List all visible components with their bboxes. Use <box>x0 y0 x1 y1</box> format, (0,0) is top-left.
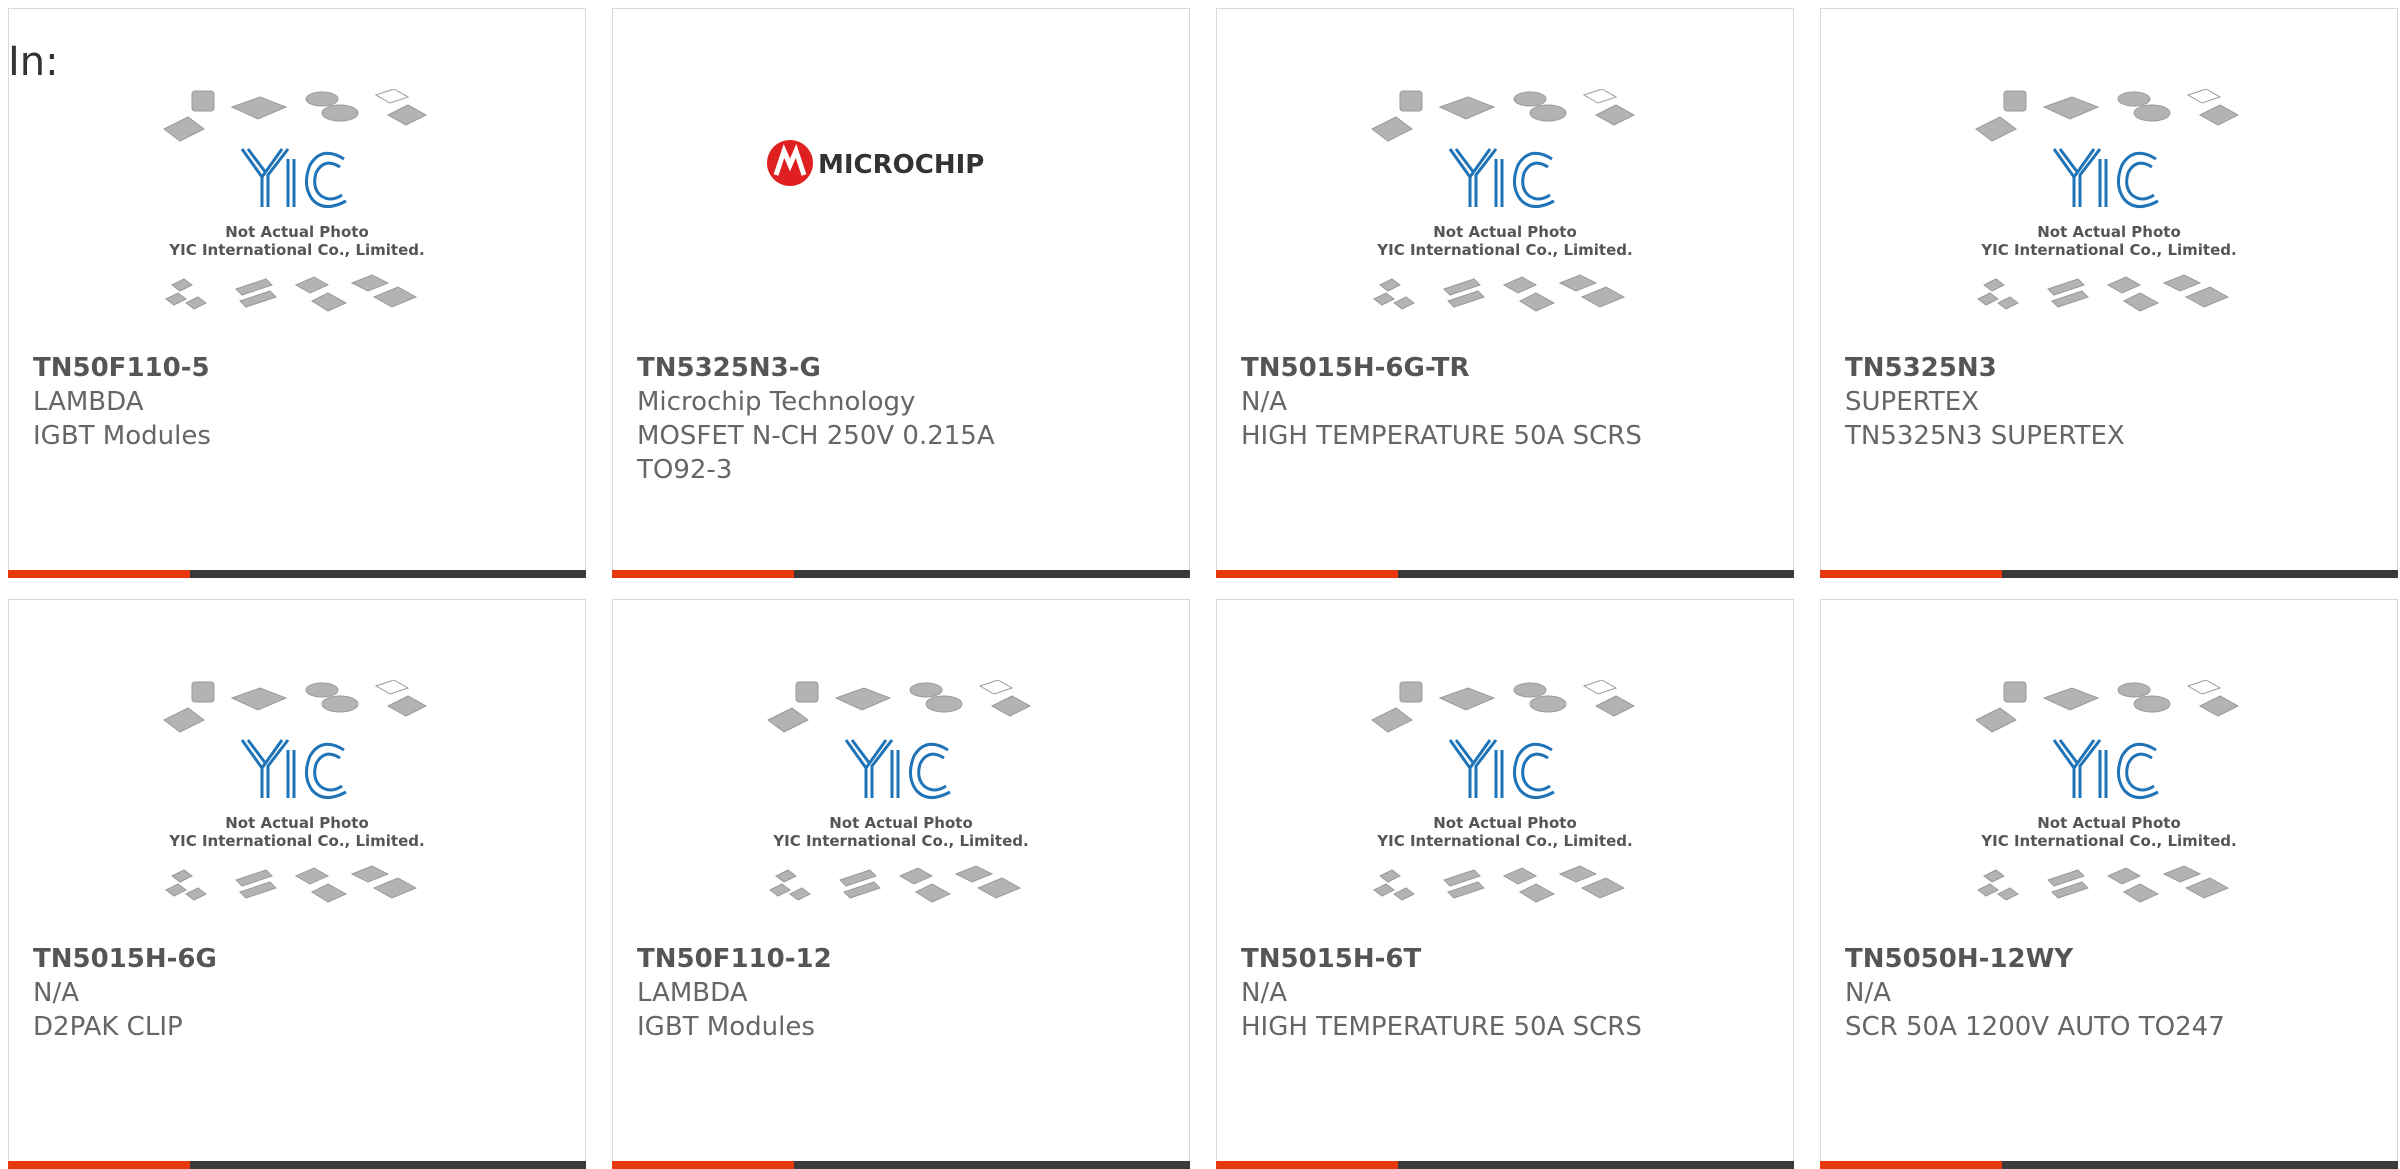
card-accent <box>1216 570 1398 578</box>
svg-text:YIC International Co., Limited: YIC International Co., Limited. <box>168 832 424 850</box>
product-image[interactable]: Not Actual Photo YIC International Co., L… <box>1821 89 2397 339</box>
card-accent <box>612 1161 794 1169</box>
part-number-link[interactable]: TN50F110-5 <box>33 351 569 385</box>
manufacturer: N/A <box>1241 387 1287 417</box>
manufacturer: SUPERTEX <box>1845 387 1979 417</box>
card-bottom-bar <box>8 1161 586 1169</box>
description: HIGH TEMPERATURE 50A SCRS <box>1241 421 1642 451</box>
product-card[interactable]: Not Actual Photo YIC International Co., L… <box>1820 599 2398 1169</box>
description-extra: TO92-3 <box>637 455 733 485</box>
svg-text:Not Actual Photo: Not Actual Photo <box>225 223 369 241</box>
svg-text:Not Actual Photo: Not Actual Photo <box>2037 223 2181 241</box>
card-bottom-bar <box>1820 570 2398 578</box>
card-bottom-bar <box>612 570 1190 578</box>
part-number-link[interactable]: TN5050H-12WY <box>1845 942 2381 976</box>
description: SCR 50A 1200V AUTO TO247 <box>1845 1012 2225 1042</box>
card-bottom-bar <box>1820 1161 2398 1169</box>
microchip-logo: MICROCHIP <box>767 140 984 186</box>
product-info: TN5325N3-G Microchip Technology MOSFET N… <box>637 351 1173 487</box>
description: IGBT Modules <box>637 1012 815 1042</box>
svg-text:Not Actual Photo: Not Actual Photo <box>1433 223 1577 241</box>
card-accent <box>8 1161 190 1169</box>
svg-text:YIC International Co., Limited: YIC International Co., Limited. <box>1980 832 2236 850</box>
product-grid: Not Actual Photo YIC International Co., L… <box>8 8 2400 1169</box>
product-image[interactable]: Not Actual Photo YIC International Co., L… <box>613 680 1189 930</box>
description: D2PAK CLIP <box>33 1012 183 1042</box>
manufacturer: N/A <box>1845 978 1891 1008</box>
yic-placeholder-image: Not Actual PhotoYIC International Co., L… <box>163 89 428 312</box>
part-number-link[interactable]: TN50F110-12 <box>637 942 1173 976</box>
svg-text:YIC International Co., Limited: YIC International Co., Limited. <box>772 832 1028 850</box>
manufacturer: Microchip Technology <box>637 387 916 417</box>
yic-placeholder-image: Not Actual PhotoYIC International Co., L… <box>767 680 1032 903</box>
product-info: TN5325N3 SUPERTEX TN5325N3 SUPERTEX <box>1845 351 2381 453</box>
in-label: In: <box>8 39 59 85</box>
product-card[interactable]: Not Actual Photo YIC International Co., L… <box>612 599 1190 1169</box>
yic-placeholder-image: Not Actual PhotoYIC International Co., L… <box>1371 680 1636 903</box>
yic-logo-icon <box>240 148 347 208</box>
yic-logo-icon <box>1448 739 1555 799</box>
svg-text:YIC International Co., Limited: YIC International Co., Limited. <box>1376 832 1632 850</box>
yic-logo-icon <box>240 739 347 799</box>
card-bottom-bar <box>1216 570 1794 578</box>
yic-placeholder-image: Not Actual PhotoYIC International Co., L… <box>1975 680 2240 903</box>
product-image[interactable]: Not Actual Photo YIC International Co., L… <box>9 89 585 339</box>
card-accent <box>1820 570 2002 578</box>
product-card[interactable]: MICROCHIP TN5325N3-G Microchip Technolog… <box>612 8 1190 578</box>
manufacturer: LAMBDA <box>637 978 748 1008</box>
description: MOSFET N-CH 250V 0.215A <box>637 421 995 451</box>
product-card[interactable]: Not Actual Photo YIC International Co., L… <box>1216 599 1794 1169</box>
svg-text:YIC International Co., Limited: YIC International Co., Limited. <box>168 241 424 259</box>
svg-text:Not Actual Photo: Not Actual Photo <box>1433 814 1577 832</box>
description: IGBT Modules <box>33 421 211 451</box>
part-number-link[interactable]: TN5325N3 <box>1845 351 2381 385</box>
part-number-link[interactable]: TN5015H-6G <box>33 942 569 976</box>
product-card[interactable]: Not Actual Photo YIC International Co., L… <box>8 8 586 578</box>
product-info: TN5015H-6T N/A HIGH TEMPERATURE 50A SCRS <box>1241 942 1777 1044</box>
card-bottom-bar <box>1216 1161 1794 1169</box>
description: HIGH TEMPERATURE 50A SCRS <box>1241 1012 1642 1042</box>
product-image[interactable]: Not Actual Photo YIC International Co., L… <box>9 680 585 930</box>
yic-logo-icon <box>1448 148 1555 208</box>
part-number-link[interactable]: TN5325N3-G <box>637 351 1173 385</box>
card-accent <box>8 570 190 578</box>
part-number-link[interactable]: TN5015H-6T <box>1241 942 1777 976</box>
manufacturer: N/A <box>33 978 79 1008</box>
product-card[interactable]: Not Actual Photo YIC International Co., L… <box>8 599 586 1169</box>
svg-text:Not Actual Photo: Not Actual Photo <box>2037 814 2181 832</box>
card-bottom-bar <box>612 1161 1190 1169</box>
svg-text:Not Actual Photo: Not Actual Photo <box>829 814 973 832</box>
product-card[interactable]: Not Actual Photo YIC International Co., L… <box>1820 8 2398 578</box>
product-image[interactable]: MICROCHIP <box>613 89 1189 339</box>
card-bottom-bar <box>8 570 586 578</box>
product-card[interactable]: Not Actual Photo YIC International Co., L… <box>1216 8 1794 578</box>
yic-placeholder-image: Not Actual PhotoYIC International Co., L… <box>163 680 428 903</box>
svg-text:MICROCHIP: MICROCHIP <box>818 150 984 180</box>
product-info: TN5050H-12WY N/A SCR 50A 1200V AUTO TO24… <box>1845 942 2381 1044</box>
yic-placeholder-image: Not Actual PhotoYIC International Co., L… <box>1371 89 1636 312</box>
manufacturer: N/A <box>1241 978 1287 1008</box>
product-info: TN50F110-12 LAMBDA IGBT Modules <box>637 942 1173 1044</box>
product-info: TN5015H-6G N/A D2PAK CLIP <box>33 942 569 1044</box>
svg-text:Not Actual Photo: Not Actual Photo <box>225 814 369 832</box>
product-info: TN50F110-5 LAMBDA IGBT Modules <box>33 351 569 453</box>
product-info: TN5015H-6G-TR N/A HIGH TEMPERATURE 50A S… <box>1241 351 1777 453</box>
svg-text:YIC International Co., Limited: YIC International Co., Limited. <box>1376 241 1632 259</box>
part-number-link[interactable]: TN5015H-6G-TR <box>1241 351 1777 385</box>
yic-logo-icon <box>2052 739 2159 799</box>
yic-logo-icon <box>844 739 951 799</box>
description: TN5325N3 SUPERTEX <box>1845 421 2125 451</box>
product-image[interactable]: Not Actual Photo YIC International Co., L… <box>1217 680 1793 930</box>
yic-logo-icon <box>2052 148 2159 208</box>
yic-placeholder-image: Not Actual PhotoYIC International Co., L… <box>1975 89 2240 312</box>
product-image[interactable]: Not Actual Photo YIC International Co., L… <box>1821 680 2397 930</box>
card-accent <box>1820 1161 2002 1169</box>
card-accent <box>612 570 794 578</box>
card-accent <box>1216 1161 1398 1169</box>
manufacturer: LAMBDA <box>33 387 144 417</box>
product-image[interactable]: Not Actual Photo YIC International Co., L… <box>1217 89 1793 339</box>
svg-text:YIC International Co., Limited: YIC International Co., Limited. <box>1980 241 2236 259</box>
